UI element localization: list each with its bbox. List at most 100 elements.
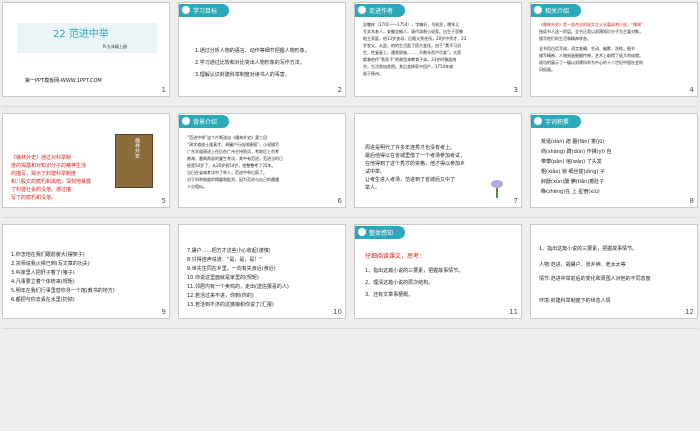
text-line: 对于科举制度的揭露和批判，因为范进与自己的遭遇 — [187, 177, 279, 182]
text-line: 荒诞(dàn) 蹭 翻(fān) 箦(jū) — [541, 139, 605, 145]
text-line: 《儒林外史》通过对科举制 — [11, 155, 72, 161]
text-line: 南海、番禺两县的童生考试，其中有范进。范进当时已 — [187, 156, 283, 161]
section-header: 背景介绍 — [179, 114, 230, 128]
text-line: 11.邻居内有一个卖鸡的，走出(送信报喜的人) — [187, 284, 289, 290]
text-line: 仔细阅读课文，思考： — [365, 253, 426, 260]
text-line: 都拿他作“败家子”的典型来教育子弟。33岁时移居南 — [363, 57, 457, 62]
text-line: 指读书人这一阶层。全书正是以封建知识分子为主要对象， — [539, 29, 643, 34]
slide-thumbnail-9[interactable]: 1.你怎地在我们跟前装大(摆架子) 2.宗师说我火候已到(写文章的功夫) 3.叫… — [2, 224, 170, 319]
text-line: 1、指出这篇小说的三要素，把握故事情节。 — [365, 268, 464, 274]
row-divider — [2, 106, 698, 107]
text-line: 地主家庭，他13岁丧母，后随父到任所，20岁中秀才，23 — [363, 36, 467, 41]
text-line: 2、理清这篇小说的层次结构。 — [365, 280, 434, 286]
text-line: 4.凡事要立着个体统来(规矩) — [11, 279, 75, 285]
slide-thumbnail-8[interactable]: 字词积累 荒诞(dàn) 蹭 翻(fān) 箦(jū) 商(shāng) 蹲(d… — [530, 113, 698, 208]
text-line: 逝于扬州。 — [363, 71, 383, 76]
goal-line: 1.通过分析人物的语言、动作等细节把握人物形象。 — [195, 48, 310, 54]
text-line: 13.若活到不济的这婆娘和你说了(汇报) — [187, 302, 274, 308]
text-line: 举人。 — [365, 185, 381, 191]
text-line: 8.只得连声说道：“是，是，是！” — [187, 257, 262, 263]
slide-number: 5 — [161, 197, 166, 205]
slide-number: 9 — [161, 308, 166, 316]
text-line: 全书用白话写成，语言准确、生动、幽默、洗练。细节 — [539, 46, 635, 51]
text-line: 了封建社会的没落。通过描 — [11, 187, 72, 193]
text-line: 睁(zhēng)在 上 星宿(xiù) — [541, 189, 600, 195]
text-line: 2.宗师说我火候已到(写文章的功夫) — [11, 261, 90, 267]
text-line: 度的揭露和对知识分子的精神生活 — [11, 163, 87, 169]
slide-number: 6 — [337, 197, 342, 205]
text-line: 吴敬梓（1701——1754），字敏轩，号粒民，晚年又 — [363, 22, 460, 27]
text-line: 让考生进入考场，范进到了省城后又中了 — [365, 177, 456, 183]
section-header: 走进作者 — [355, 3, 406, 17]
slide-thumbnail-11[interactable]: 整体感知 仔细阅读课文，思考： 1、指出这篇小说的三要素，把握故事情节。 2、理… — [354, 224, 522, 319]
slide-thumbnail-7[interactable]: 周进是明代了许多年连秀才也没有考上。 最后他得以在省城里借了一个考场参加考试， … — [354, 113, 522, 208]
slide-thumbnail-1[interactable]: 22 范进中举 R·九年级上册 第一PPT模板网-WWW.1PPT.COM 1 — [2, 2, 170, 97]
goal-line: 3.理解认识封建科举制度对读书人的毒害。 — [195, 72, 290, 78]
text-line: 醉醺(xūn)醺 腆(tiǎn)着肚子 — [541, 179, 605, 185]
slide-thumbnail-6[interactable]: 背景介绍 “范进中举”这个片断选自《儒林外史》第三回 “周学道校士拔真才，胡屠户… — [178, 113, 346, 208]
text-line: 十分相似。 — [187, 184, 207, 189]
row-divider — [2, 328, 698, 329]
text-line: “周学道校士拔真才，胡屠户行凶闹捷报”，小说描写 — [187, 142, 280, 147]
text-line: 粗(xiǎo) 锁 细丝锭(dìng) 子 — [541, 169, 605, 175]
text-line: 成功的展示了一幅以封建科举为中心的十八世纪中国社会的 — [539, 60, 643, 65]
slide-number: 7 — [513, 197, 518, 205]
text-line: 带攀(pān) 绾(wǎn) 了头发 — [541, 159, 602, 165]
text-line: 《儒林外史》是一部杰出的现实主义长篇讽刺小说。“儒林” — [539, 22, 644, 27]
text-line: 6.都把与你去丢在水里(扔掉) — [11, 297, 75, 303]
text-line: 3、还有文章事梗概。 — [365, 292, 414, 298]
slide-number: 1 — [161, 86, 166, 94]
text-line: 风俗画。 — [539, 67, 555, 72]
text-line: “范进中举”这个片断选自《儒林外史》第三回 — [187, 135, 268, 140]
text-line: 1、指出这篇小说的三要素，把握故事情节。 — [539, 246, 638, 252]
book-title: 儒林外史 — [134, 138, 140, 158]
slide-number: 10 — [333, 308, 342, 316]
text-line: 9.世先生同在乡里，一向有失亲近(亲近) — [187, 266, 276, 272]
slide-number: 11 — [509, 308, 518, 316]
slide-number: 8 — [689, 197, 694, 205]
goal-line: 2.学习通过比较和对比突出人物形象的写作方法。 — [195, 60, 305, 66]
text-line: 试中举。 — [365, 169, 386, 175]
text-line: 1.你怎地在我们跟前装大(摆架子) — [11, 252, 85, 258]
text-line: 和八股文的腐朽和黑暗，深刻地暴露 — [11, 179, 92, 185]
slide-title: 22 范进中举 — [53, 29, 109, 40]
slide-thumbnail-10[interactable]: 7.屠户……把方才这些小心收起(谨慎) 8.只得连声说道：“是，是，是！” 9.… — [178, 224, 346, 319]
text-line: 3.叫家里人把肝子着了(猪子) — [11, 270, 75, 276]
slide-thumbnail-2[interactable]: 学习目标 1.通过分析人物的语言、动作等细节把握人物形象。 2.学习通过比较和对… — [178, 2, 346, 97]
flower-image — [487, 180, 507, 200]
text-line: 描写他们的生活和精神状态。 — [539, 36, 591, 41]
text-line: 周进是明代了许多年连秀才也没有考上。 — [365, 145, 456, 151]
text-line: 情节:范进中举前后的变化和周围人对他的不同态度 — [539, 276, 651, 282]
slide-number: 3 — [513, 86, 518, 94]
slide-footer: 第一PPT模板网-WWW.1PPT.COM — [25, 78, 102, 84]
text-line: 生，性复豪上，遇贫即施，……不数年而产尽矣”。大家 — [363, 50, 462, 55]
slide-number: 2 — [337, 86, 342, 94]
text-line: 5.明年在我们行事里替你寻一个馆(教书的地方) — [11, 288, 115, 294]
header-icon — [534, 5, 542, 14]
section-header: 整体感知 — [355, 225, 406, 239]
text-line: 号文木老人，安徽全椒人，清代讽刺小说家。出生于官僚 — [363, 29, 463, 34]
slide-thumbnail-12[interactable]: 1、指出这篇小说的三要素，把握故事情节。 人物:范进、胡屠户、张乡绅、老太太等 … — [530, 224, 698, 319]
header-icon — [358, 227, 366, 236]
text-line: 商(shāng) 蹲(dūn) 作揖(yī) 自 — [541, 149, 612, 155]
row-divider — [2, 217, 698, 218]
text-line: 12.若活过来不进，你到(你的) — [187, 293, 254, 299]
slide-thumbnail-3[interactable]: 走进作者 吴敬梓（1701——1754），字敏轩，号粒民，晚年又 号文木老人，安… — [354, 2, 522, 97]
text-line: 环境:封建科举制度下的世态人情 — [539, 298, 611, 304]
text-line: 经是54岁了，从20岁到54岁，他整整考了35年。 — [187, 163, 276, 168]
text-line: 的描写，揭示了封建科举制度 — [11, 171, 77, 177]
section-header: 学习目标 — [179, 3, 230, 17]
slide-sorter-grid: 22 范进中举 R·九年级上册 第一PPT模板网-WWW.1PPT.COM 1 … — [2, 2, 698, 429]
slide-subtitle: R·九年级上册 — [103, 44, 128, 49]
section-header: 相关介绍 — [531, 3, 582, 17]
text-line: 7.屠户……把方才这些小心收起(谨慎) — [187, 248, 271, 254]
text-line: 当日在省城考试中了举人，范进中举后疯了。 — [187, 170, 267, 175]
slide-number: 12 — [685, 308, 694, 316]
header-icon — [182, 116, 190, 125]
text-line: 10.你说这里面就是家里的(规矩) — [187, 275, 259, 281]
text-line: 岁丧父。从此，他的生活起了很大变化，由于“素不习治 — [363, 43, 462, 48]
slide-thumbnail-4[interactable]: 相关介绍 《儒林外史》是一部杰出的现实主义长篇讽刺小说。“儒林” 指读书人这一阶… — [530, 2, 698, 97]
text-line: 人物:范进、胡屠户、张乡绅、老太太等 — [539, 262, 626, 268]
slide-number: 4 — [689, 86, 694, 94]
slide-thumbnail-5[interactable]: 《儒林外史》通过对科举制 度的揭露和对知识分子的精神生活 的描写，揭示了封建科举… — [2, 113, 170, 208]
